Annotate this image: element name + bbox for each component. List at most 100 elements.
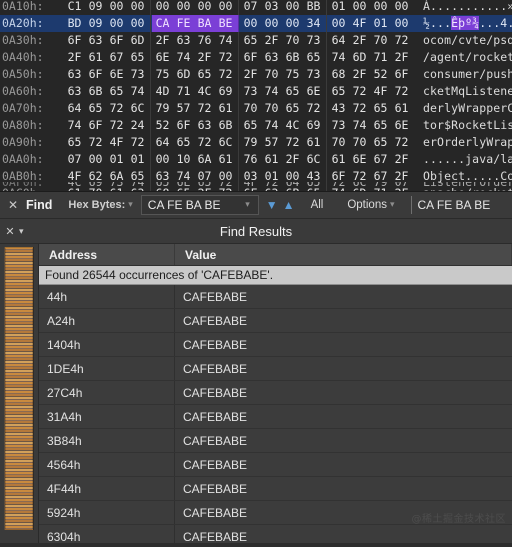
hex-row-ascii[interactable]: ½...Êþº¾...4.O..	[415, 15, 512, 32]
hex-byte[interactable]: 72	[282, 134, 303, 151]
hex-byte[interactable]: 2F	[64, 49, 85, 66]
hex-byte[interactable]: 61	[215, 100, 236, 117]
hex-byte[interactable]: 2F	[391, 151, 412, 168]
hex-byte[interactable]: 6B	[215, 117, 236, 134]
close-icon[interactable]: ✕	[6, 198, 20, 212]
hex-byte[interactable]: 00	[349, 0, 370, 15]
table-row[interactable]: A24h CAFEBABE	[39, 308, 512, 333]
cell-value[interactable]: CAFEBABE	[174, 404, 512, 429]
hex-editor-pane[interactable]: 0A10h: C1 09 00 00 00 00 00 00 07 03 00 BB 01 00 00 00 Á.…	[0, 0, 512, 191]
hex-byte[interactable]: 72	[391, 83, 412, 100]
hex-byte[interactable]: 65	[240, 32, 261, 49]
hex-byte-group[interactable]: 79 57 72 61	[240, 134, 327, 151]
cell-address[interactable]: A24h	[39, 308, 175, 333]
hex-byte[interactable]: 67	[370, 151, 391, 168]
find-next-button[interactable]: ▼	[266, 199, 278, 211]
hex-byte[interactable]: 65	[328, 83, 349, 100]
cell-value[interactable]: CAFEBABE	[174, 524, 512, 543]
chevron-down-icon[interactable]: ▾	[245, 195, 250, 213]
hex-byte[interactable]: 65	[85, 100, 106, 117]
hex-byte-group[interactable]: 52 6F 63 6B	[152, 117, 239, 134]
hex-byte[interactable]: 65	[106, 83, 127, 100]
hex-byte[interactable]: 73	[303, 66, 324, 83]
table-row[interactable]: 5924h CAFEBABE	[39, 500, 512, 525]
hex-byte[interactable]: 79	[240, 134, 261, 151]
hex-byte[interactable]: 68	[328, 66, 349, 83]
hex-byte-group[interactable]: 73 74 65 6E	[328, 117, 414, 134]
chevron-down-icon[interactable]: ▾	[128, 199, 133, 210]
hex-byte-group[interactable]: 4D 71 4C 69	[152, 83, 239, 100]
hex-byte[interactable]: 6F	[85, 66, 106, 83]
table-row[interactable]: 3B84h CAFEBABE	[39, 428, 512, 453]
hex-byte[interactable]: 69	[85, 182, 106, 191]
hex-byte[interactable]: 61	[261, 151, 282, 168]
hex-byte-group[interactable]: 65 6E 65 72	[152, 182, 239, 191]
hex-byte-group[interactable]: 00 4F 01 00	[328, 15, 414, 32]
hex-byte[interactable]: 74	[64, 117, 85, 134]
hex-byte[interactable]: 73	[106, 182, 127, 191]
hex-byte-group[interactable]: 65 2F 70 73	[240, 32, 327, 49]
hex-byte-group[interactable]: 73 74 65 6E	[240, 83, 327, 100]
hex-byte[interactable]: 72	[106, 100, 127, 117]
cell-address[interactable]: 44h	[39, 284, 175, 309]
hex-byte[interactable]: 6B	[282, 49, 303, 66]
hex-byte[interactable]: 76	[194, 32, 215, 49]
hex-byte-group[interactable]: 65 72 4F 72	[64, 134, 151, 151]
hex-byte[interactable]: 63	[261, 49, 282, 66]
hex-byte[interactable]: 43	[328, 100, 349, 117]
hex-byte[interactable]: 6F	[106, 32, 127, 49]
hex-byte[interactable]: BB	[303, 0, 324, 15]
hex-byte[interactable]: 69	[303, 117, 324, 134]
hex-byte-group[interactable]: 6F 63 6F 6D	[64, 32, 151, 49]
hex-byte[interactable]: 61	[391, 100, 412, 117]
hex-byte[interactable]: 74	[349, 117, 370, 134]
hex-byte[interactable]: 01	[328, 0, 349, 15]
find-search-input[interactable]: CA FE BA BE ▾	[140, 195, 259, 215]
hex-byte[interactable]: 6B	[85, 83, 106, 100]
hex-row-ascii[interactable]: ListenerOrderly.	[415, 182, 512, 191]
hex-byte[interactable]: 6E	[152, 49, 173, 66]
find-options-button[interactable]: Options	[347, 199, 387, 211]
hex-byte[interactable]: 74	[261, 83, 282, 100]
cell-value[interactable]: CAFEBABE	[174, 428, 512, 453]
table-row[interactable]: 4F44h CAFEBABE	[39, 476, 512, 501]
hex-row[interactable]: 0AA0h: 07 00 01 01 00 10 6A 61 76 61 2F 6C 61 6E 67 2F..…	[0, 151, 512, 168]
hex-byte[interactable]: 00	[152, 151, 173, 168]
hex-byte[interactable]: 69	[215, 83, 236, 100]
cell-address[interactable]: 27C4h	[39, 380, 175, 405]
hex-byte-group[interactable]: 01 00 00 00	[328, 0, 414, 15]
hex-byte[interactable]: 70	[349, 134, 370, 151]
hex-row[interactable]: 0A70h: 64 65 72 6C 79 57 72 61 70 70 65 72 43 72 65 61 de…	[0, 100, 512, 117]
hex-byte[interactable]: 00	[370, 0, 391, 15]
hex-byte[interactable]: 64	[282, 182, 303, 191]
hex-byte-group[interactable]: 70 70 65 72	[240, 100, 327, 117]
hex-byte[interactable]: 63	[85, 32, 106, 49]
hex-byte[interactable]: 72	[106, 117, 127, 134]
hex-byte[interactable]: 6D	[127, 32, 148, 49]
hex-byte-group[interactable]: 746D712F	[328, 49, 414, 66]
document-minimap-container[interactable]	[0, 244, 38, 543]
hex-byte[interactable]: 00	[391, 15, 412, 32]
hex-byte-group[interactable]: 75 6D 65 72	[152, 66, 239, 83]
cell-value[interactable]: CAFEBABE	[174, 452, 512, 477]
cell-value[interactable]: CAFEBABE	[174, 380, 512, 405]
hex-byte[interactable]: 4C	[64, 182, 85, 191]
hex-byte[interactable]: 10	[173, 151, 194, 168]
hex-byte[interactable]: 72	[349, 100, 370, 117]
hex-byte[interactable]: 00	[282, 15, 303, 32]
hex-byte[interactable]: 79	[152, 100, 173, 117]
hex-byte[interactable]: 07	[64, 151, 85, 168]
hex-byte[interactable]: 6D	[173, 66, 194, 83]
find-previous-button[interactable]: ▲	[283, 199, 295, 211]
hex-byte[interactable]: 6E	[106, 66, 127, 83]
table-row[interactable]: 1DE4h CAFEBABE	[39, 356, 512, 381]
hex-byte-group[interactable]: 68 2F 52 6F	[328, 66, 414, 83]
hex-byte[interactable]: 01	[106, 151, 127, 168]
hex-byte[interactable]: 6E	[303, 83, 324, 100]
hex-byte[interactable]: 72	[85, 134, 106, 151]
hex-byte[interactable]: 09	[85, 15, 106, 32]
hex-byte-group[interactable]: 00 00 00 34	[240, 15, 327, 32]
cell-address[interactable]: 1404h	[39, 332, 175, 357]
hex-byte[interactable]: 52	[370, 66, 391, 83]
hex-byte[interactable]: 74	[215, 32, 236, 49]
